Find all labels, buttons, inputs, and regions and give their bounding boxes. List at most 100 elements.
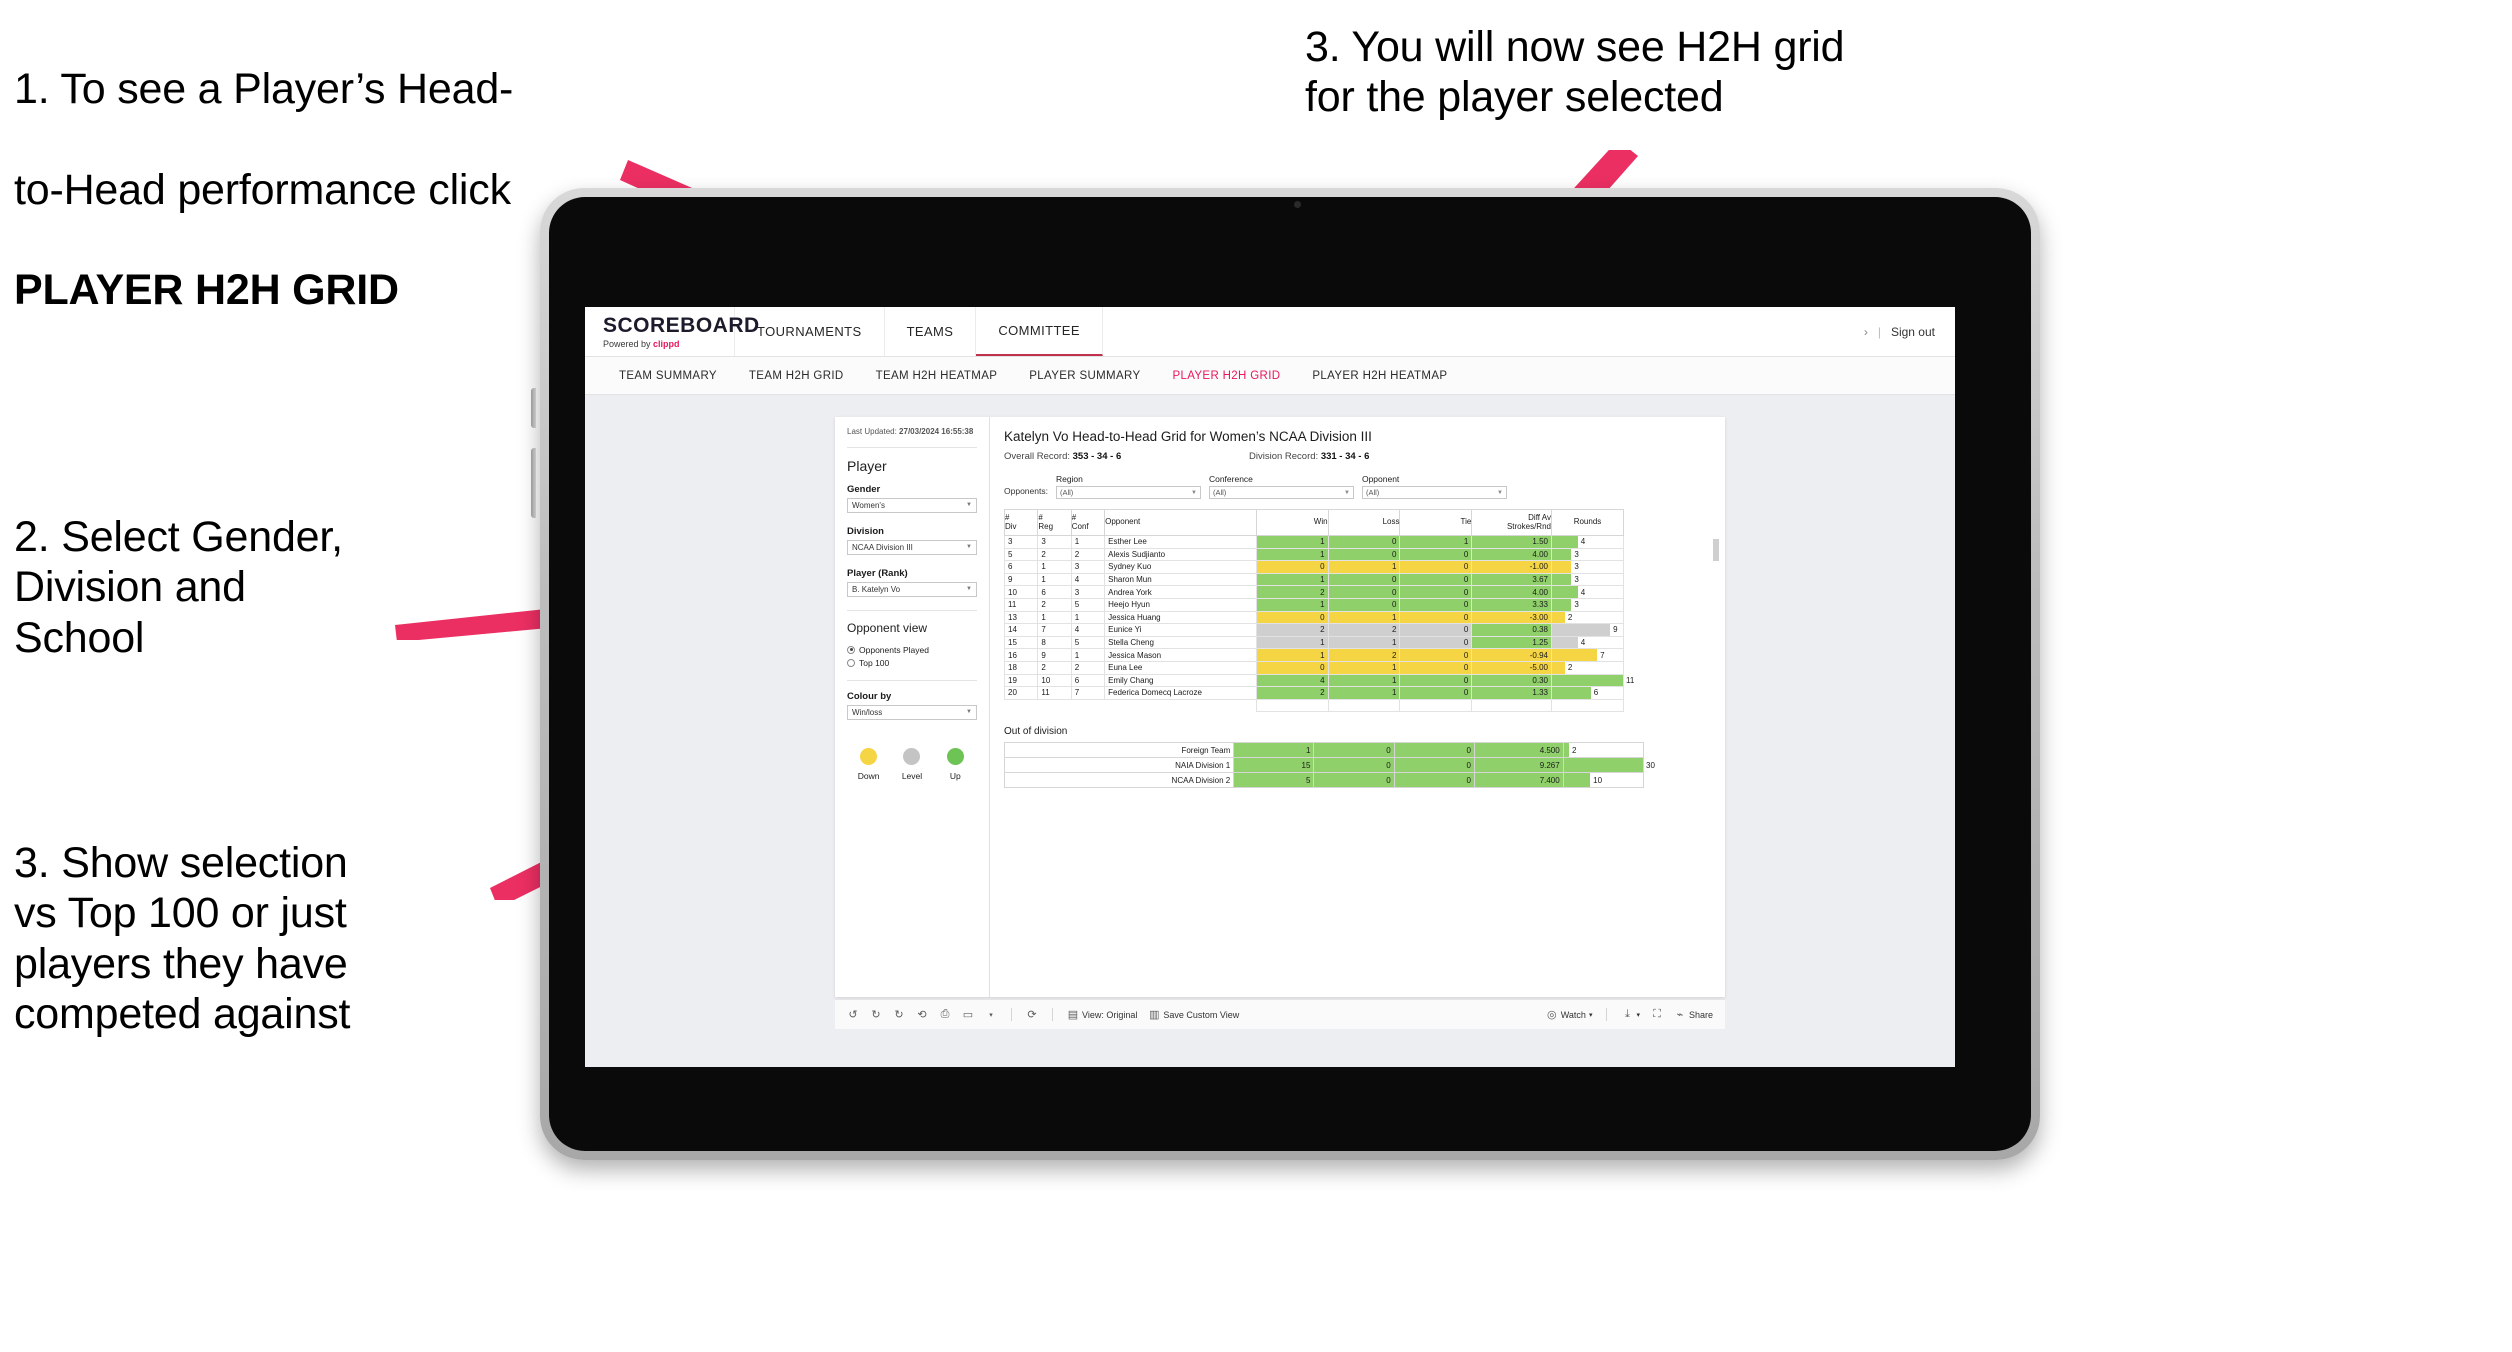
table-row[interactable]: 20 11 7 Federica Domecq Lacroze 2 1 0 1.33 6 xyxy=(1003,686,1625,700)
table-row[interactable]: 14 7 4 Eunice Yi 2 2 0 0.38 9 xyxy=(1003,623,1625,637)
colour-by-select[interactable]: Win/loss ▼ xyxy=(847,704,977,720)
region-select[interactable]: (All) ▼ xyxy=(1055,486,1201,499)
cell-loss: 0 xyxy=(1327,547,1401,562)
share-button[interactable]: ⌁ Share xyxy=(1674,1009,1713,1021)
tab-player-h2h-grid[interactable]: PLAYER H2H GRID xyxy=(1156,370,1296,382)
tablet-side-button-2 xyxy=(531,448,536,518)
th-reg: # Reg xyxy=(1037,509,1072,536)
opponents-label: Opponents: xyxy=(1004,486,1048,496)
chevron-down-icon: ▼ xyxy=(966,502,972,509)
cell-ood-diff: 4.500 xyxy=(1473,742,1564,759)
cell-tie: 0 xyxy=(1399,547,1473,562)
th-tie: Tie xyxy=(1399,509,1473,536)
topnav-item-tournaments[interactable]: TOURNAMENTS xyxy=(735,307,885,356)
cell-diff: 1.25 xyxy=(1471,635,1552,650)
brand-logo[interactable]: SCOREBOARD Powered by clippd xyxy=(585,307,759,356)
table-row[interactable]: 18 2 2 Euna Lee 0 1 0 -5.00 2 xyxy=(1003,660,1625,675)
cell-diff: 3.67 xyxy=(1471,572,1552,587)
clock-icon[interactable]: ⟳ xyxy=(1026,1009,1038,1021)
sign-out-link[interactable]: Sign out xyxy=(1891,325,1935,339)
topnav-item-committee[interactable]: COMMITTEE xyxy=(976,307,1103,356)
cell-reg: 2 xyxy=(1037,597,1072,612)
table-row[interactable]: 10 6 3 Andrea York 2 0 0 4.00 4 xyxy=(1003,585,1625,599)
cell-opponent: Jessica Huang xyxy=(1104,610,1257,625)
cell-conf: 5 xyxy=(1070,597,1106,612)
view-original-button[interactable]: ▤ View: Original xyxy=(1067,1009,1138,1021)
gender-select[interactable]: Women's ▼ xyxy=(847,497,977,513)
radio-top-100[interactable]: Top 100 xyxy=(847,658,977,668)
table-row[interactable]: 19 10 6 Emily Chang 4 1 0 0.30 11 xyxy=(1003,673,1634,688)
brand-subtitle: Powered by clippd xyxy=(603,339,734,349)
annotation-step-1-line2: to-Head performance click xyxy=(14,165,511,214)
cell-loss: 0 xyxy=(1327,585,1401,599)
cell-opponent: Alexis Sudjianto xyxy=(1104,547,1257,562)
refresh-icon[interactable]: ⟲ xyxy=(916,1009,928,1021)
legend-swatches xyxy=(847,747,977,765)
highlight-icon[interactable]: ▭ xyxy=(962,1009,974,1021)
gender-label: Gender xyxy=(847,483,881,495)
cell-div: 20 xyxy=(1003,686,1039,700)
player-rank-select[interactable]: B. Katelyn Vo ▼ xyxy=(847,581,977,597)
watch-icon: ◎ xyxy=(1546,1009,1557,1021)
table-row[interactable]: 9 1 4 Sharon Mun 1 0 0 3.67 3 xyxy=(1003,572,1625,587)
out-of-division-row[interactable]: Foreign Team 1 0 0 4.500 2 xyxy=(1003,742,1645,759)
cell-div: 6 xyxy=(1003,560,1039,574)
overall-record: Overall Record: 353 - 34 - 6 xyxy=(1004,451,1249,462)
cell-opponent: Stella Cheng xyxy=(1104,635,1257,650)
radio-opponents-played[interactable]: Opponents Played xyxy=(847,645,977,655)
cell-diff: -1.00 xyxy=(1471,560,1552,574)
tab-team-h2h-grid[interactable]: TEAM H2H GRID xyxy=(733,370,860,382)
table-row[interactable]: 5 2 2 Alexis Sudjianto 1 0 0 4.00 3 xyxy=(1003,547,1625,562)
cell-loss: 0 xyxy=(1327,572,1401,587)
cell-rounds: 3 xyxy=(1550,597,1625,612)
cell-opponent: Emily Chang xyxy=(1104,673,1257,688)
table-row[interactable]: 11 2 5 Heejo Hyun 1 0 0 3.33 3 xyxy=(1003,597,1625,612)
tab-player-summary[interactable]: PLAYER SUMMARY xyxy=(1013,370,1156,382)
cell-loss: 1 xyxy=(1327,686,1401,700)
cell-win: 2 xyxy=(1255,623,1329,637)
cell-win: 2 xyxy=(1255,686,1329,700)
annotation-step-4: 3. You will now see H2H grid for the pla… xyxy=(1305,23,1845,122)
colour-by-label: Colour by xyxy=(847,690,892,702)
table-row[interactable]: 13 1 1 Jessica Huang 0 1 0 -3.00 2 xyxy=(1003,610,1625,625)
topnav-item-teams[interactable]: TEAMS xyxy=(885,307,977,356)
tab-team-summary[interactable]: TEAM SUMMARY xyxy=(603,370,733,382)
tab-player-h2h-heatmap[interactable]: PLAYER H2H HEATMAP xyxy=(1296,370,1463,382)
watch-button[interactable]: ◎ Watch ▾ xyxy=(1546,1009,1593,1021)
table-row[interactable]: 16 9 1 Jessica Mason 1 2 0 -0.94 7 xyxy=(1003,648,1625,662)
chevron-right-icon[interactable]: › xyxy=(1864,325,1868,339)
share-icon: ⌁ xyxy=(1676,1009,1684,1021)
radio-icon-selected xyxy=(847,645,855,654)
filter-panel: Last Updated: 27/03/2024 16:55:38 Player… xyxy=(835,417,990,997)
out-of-division-row[interactable]: NCAA Division 2 5 0 0 7.400 10 xyxy=(1003,772,1645,789)
out-of-division-row[interactable]: NAIA Division 1 15 0 0 9.267 30 xyxy=(1003,757,1655,774)
pause-icon[interactable]: ⎙ xyxy=(939,1008,951,1021)
cell-div: 15 xyxy=(1003,635,1039,650)
division-select[interactable]: NCAA Division III ▼ xyxy=(847,539,977,555)
redo-icon[interactable]: ↻ xyxy=(870,1009,882,1021)
cell-opponent: Sharon Mun xyxy=(1104,572,1257,587)
revert-icon[interactable]: ↻ xyxy=(893,1009,905,1021)
chevron-down-icon[interactable]: ▾ xyxy=(985,1009,997,1021)
conference-select[interactable]: (All) ▼ xyxy=(1208,486,1354,499)
records-row: Overall Record: 353 - 34 - 6 Division Re… xyxy=(1004,451,1711,462)
opponent-select[interactable]: (All) ▼ xyxy=(1361,486,1507,499)
undo-icon[interactable]: ↺ xyxy=(847,1009,859,1021)
cell-ood-rounds: 2 xyxy=(1562,742,1645,759)
tab-team-h2h-heatmap[interactable]: TEAM H2H HEATMAP xyxy=(860,370,1014,382)
cell-win: 1 xyxy=(1255,547,1329,562)
cell-win: 0 xyxy=(1255,560,1329,574)
cell-rounds: 7 xyxy=(1550,648,1625,662)
fullscreen-icon[interactable]: ⛶ xyxy=(1651,1008,1663,1021)
table-row[interactable]: 3 3 1 Esther Lee 1 0 1 1.50 4 xyxy=(1003,535,1625,549)
cell-win: 1 xyxy=(1255,648,1329,662)
table-scrollbar-thumb[interactable] xyxy=(1713,539,1719,561)
table-row[interactable]: 15 8 5 Stella Cheng 1 1 0 1.25 4 xyxy=(1003,635,1625,650)
cell-conf: 2 xyxy=(1070,547,1106,562)
download-button[interactable]: ⤓ ▾ xyxy=(1621,1008,1640,1021)
save-custom-view-button[interactable]: ▥ Save Custom View xyxy=(1148,1009,1239,1021)
cell-div: 14 xyxy=(1003,623,1039,637)
table-row[interactable]: 6 1 3 Sydney Kuo 0 1 0 -1.00 3 xyxy=(1003,560,1625,574)
cell-ood-name: NCAA Division 2 xyxy=(1003,772,1235,789)
cell-ood-loss: 0 xyxy=(1313,772,1395,789)
